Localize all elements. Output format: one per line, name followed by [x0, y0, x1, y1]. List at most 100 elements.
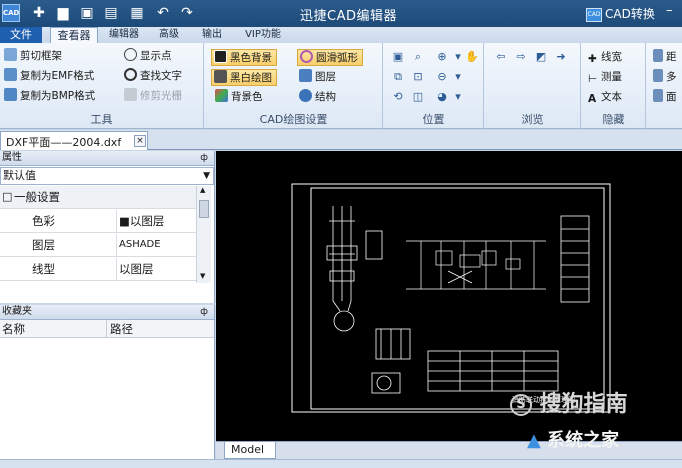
- layers-button[interactable]: 图层: [299, 69, 336, 86]
- property-grid: □ 一般设置 色彩 ■以图层 图层 ASHADE 线型 以图层 ▲ ▼: [0, 186, 214, 283]
- layers-icon: [299, 69, 312, 82]
- fit-window-icon[interactable]: ▣: [390, 49, 406, 65]
- previous-icon[interactable]: ⇦: [493, 49, 509, 65]
- scrollbar-thumb[interactable]: [199, 200, 209, 218]
- property-scrollbar[interactable]: ▲ ▼: [196, 186, 211, 283]
- bw-drawing-button[interactable]: 黑白绘图: [211, 69, 277, 86]
- measure-button[interactable]: ⊢ 测量: [588, 69, 622, 86]
- copy-emf-button[interactable]: 复制为EMF格式: [4, 68, 94, 85]
- area-button[interactable]: 面: [653, 89, 677, 106]
- properties-panel: 属性 ф 默认值 ▼ □ 一般设置 色彩 ■以图层 图层 ASHADE 线型 以…: [0, 151, 215, 303]
- ribbon-group-label: 隐藏: [602, 113, 625, 126]
- black-background-button[interactable]: 黑色背景: [211, 49, 277, 66]
- save-as-icon[interactable]: ▤: [102, 5, 120, 22]
- print-icon[interactable]: ▦: [128, 5, 146, 22]
- smooth-arc-icon: [300, 50, 313, 63]
- open-folder-icon[interactable]: ▆: [54, 5, 72, 22]
- property-value[interactable]: 以图层: [116, 258, 196, 280]
- zoom-window-icon[interactable]: ⌕: [410, 49, 426, 65]
- multi-button[interactable]: 多: [653, 69, 677, 86]
- property-category-label: 一般设置: [14, 190, 60, 204]
- ribbon-group-hide: ✚ 线宽 ⊢ 测量 A 文本 隐藏: [582, 43, 646, 129]
- xitong-logo-icon: ▲: [527, 430, 541, 451]
- tab-viewer[interactable]: 查看器: [50, 27, 98, 43]
- zoom-previous-icon[interactable]: ⟲: [390, 89, 406, 105]
- property-row[interactable]: 色彩 ■以图层: [0, 210, 196, 233]
- scroll-down-icon[interactable]: ▼: [200, 272, 205, 280]
- column-header-name[interactable]: 名称: [2, 320, 25, 338]
- text-icon: A: [588, 93, 597, 105]
- pin-icon[interactable]: ф: [200, 151, 208, 165]
- line-width-button[interactable]: ✚ 线宽: [588, 49, 622, 66]
- cut-frame-icon: [4, 48, 17, 61]
- property-category[interactable]: □ 一般设置: [0, 186, 196, 209]
- collapse-icon[interactable]: □: [2, 186, 12, 208]
- properties-panel-header: 属性 ф: [0, 151, 214, 166]
- distance-button[interactable]: 距: [653, 49, 677, 66]
- structure-button[interactable]: 结构: [299, 89, 336, 106]
- document-tab[interactable]: DXF平面——2004.dxf ×: [0, 131, 148, 150]
- save-icon[interactable]: ▣: [78, 5, 96, 22]
- pan-hand-icon[interactable]: ✋: [464, 49, 480, 65]
- background-color-button[interactable]: 背景色: [215, 89, 263, 106]
- zoom-out-icon[interactable]: ⊖: [434, 69, 450, 85]
- find-text-button[interactable]: 查找文字: [124, 68, 182, 85]
- smooth-arc-button[interactable]: 圆滑弧形: [297, 49, 363, 66]
- control-circuit: [406, 240, 546, 290]
- measure-icon: ⊢: [588, 73, 598, 85]
- status-bar: [0, 459, 682, 468]
- undo-icon[interactable]: ↶: [154, 5, 172, 22]
- xitong-watermark: ▲ 系统之家: [527, 426, 619, 452]
- scroll-up-icon[interactable]: ▲: [200, 186, 205, 194]
- cad-convert-button[interactable]: CAD CAD转换: [586, 5, 655, 22]
- show-points-button[interactable]: 显示点: [124, 48, 172, 65]
- minimize-icon[interactable]: –: [666, 3, 673, 18]
- black-background-icon: [214, 50, 227, 63]
- window-title: 迅捷CAD编辑器: [300, 9, 397, 24]
- zoom-real-icon[interactable]: ◫: [410, 89, 426, 105]
- property-row[interactable]: 线型 以图层: [0, 258, 196, 281]
- show-points-icon: [124, 48, 137, 61]
- pin-icon[interactable]: ф: [200, 305, 208, 319]
- property-value[interactable]: ASHADE: [116, 234, 196, 256]
- file-menu[interactable]: 文件: [0, 27, 42, 43]
- zoom-all-icon[interactable]: ⊡: [410, 69, 426, 85]
- copy-bmp-button[interactable]: 复制为BMP格式: [4, 88, 95, 105]
- properties-combo[interactable]: 默认值 ▼: [0, 167, 214, 185]
- column-header-path[interactable]: 路径: [106, 320, 133, 338]
- favorites-panel-header: 收藏夹 ф: [0, 305, 214, 320]
- tab-model[interactable]: Model: [224, 442, 276, 459]
- line-width-icon: ✚: [588, 53, 597, 65]
- ribbon-group-tools: 剪切框架 复制为EMF格式 复制为BMP格式 显示点 查找文字 修剪光栅 工具: [0, 43, 204, 129]
- chevron-down-icon: ▼: [203, 171, 210, 181]
- tab-vip[interactable]: VIP功能: [238, 27, 288, 43]
- text-button[interactable]: A 文本: [588, 89, 622, 106]
- tab-output[interactable]: 输出: [195, 27, 229, 43]
- close-icon[interactable]: ×: [134, 135, 146, 147]
- new-file-icon[interactable]: ✚: [30, 5, 48, 22]
- refresh-icon[interactable]: ◩: [533, 49, 549, 65]
- property-value[interactable]: ■以图层: [116, 210, 196, 232]
- next-icon[interactable]: ⇨: [513, 49, 529, 65]
- trim-raster-icon: [124, 88, 137, 101]
- app-icon[interactable]: CAD: [2, 4, 20, 22]
- ribbon-group-label: 工具: [90, 113, 113, 126]
- tab-advanced[interactable]: 高级: [152, 27, 186, 43]
- drawing-outer-border: [291, 183, 611, 413]
- trim-raster-button[interactable]: 修剪光栅: [124, 88, 182, 105]
- bw-drawing-icon: [214, 70, 227, 83]
- zoom-out-dropdown-icon[interactable]: ▾: [450, 69, 466, 85]
- cut-frame-button[interactable]: 剪切框架: [4, 48, 62, 65]
- zoom-in-icon[interactable]: ⊕: [434, 49, 450, 65]
- browse-forward-icon[interactable]: ➜: [553, 49, 569, 65]
- title-bar: CAD ✚ ▆ ▣ ▤ ▦ ↶ ↷ 迅捷CAD编辑器 CAD CAD转换 –: [0, 0, 682, 27]
- property-row[interactable]: 图层 ASHADE: [0, 234, 196, 257]
- properties-combo-value: 默认值: [3, 169, 36, 182]
- zoom-extents-icon[interactable]: ⧉: [390, 69, 406, 85]
- redo-icon[interactable]: ↷: [178, 5, 196, 22]
- tab-editor[interactable]: 编辑器: [104, 27, 144, 43]
- favorites-list-header: 名称 路径: [0, 320, 214, 338]
- ribbon-group-label: CAD绘图设置: [259, 113, 328, 126]
- rotate-icon[interactable]: ◕: [434, 89, 450, 105]
- rotate-dropdown-icon[interactable]: ▾: [450, 89, 466, 105]
